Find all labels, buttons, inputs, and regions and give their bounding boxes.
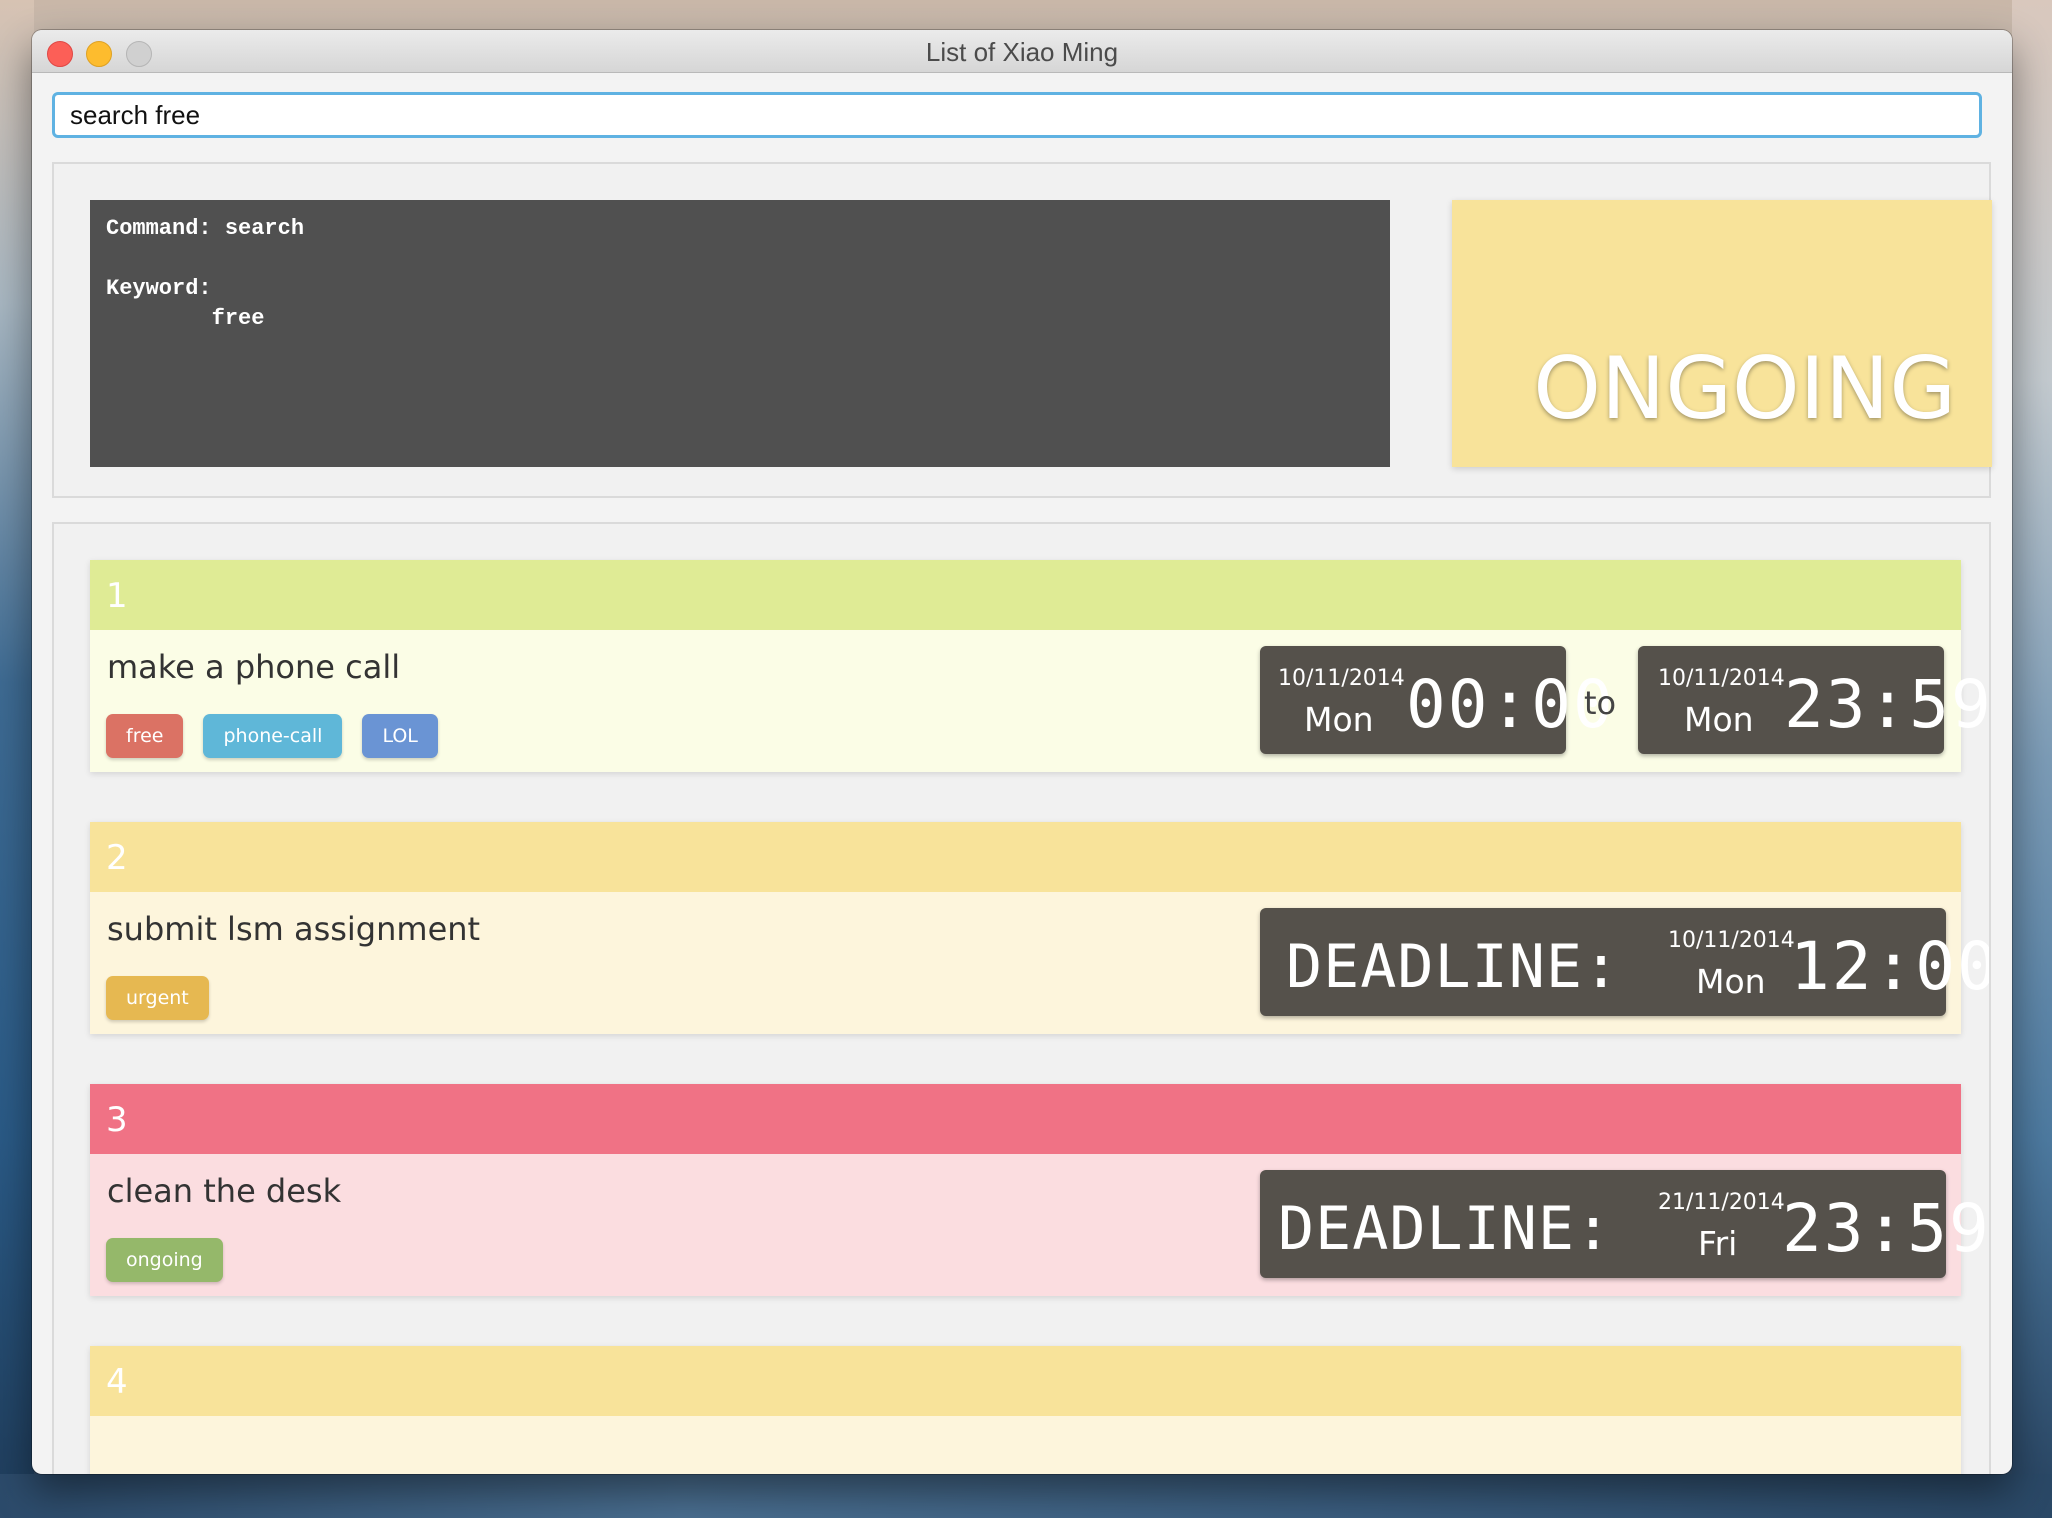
command-input[interactable]: [52, 92, 1982, 138]
task-number: 3: [106, 1100, 128, 1140]
task-card-header: 2: [90, 822, 1961, 892]
task-card-body: [90, 1416, 1961, 1474]
deadline-date: 10/11/2014: [1668, 928, 1795, 953]
end-date: 10/11/2014: [1658, 666, 1785, 691]
end-time: 23:59: [1784, 666, 1991, 743]
task-number: 4: [106, 1362, 128, 1402]
deadline-clock: DEADLINE: 21/11/2014 Fri 23:59: [1260, 1170, 1989, 1278]
task-card[interactable]: 1 make a phone call free phone-call LOL …: [90, 560, 1989, 772]
task-title: make a phone call: [107, 648, 401, 686]
tag-ongoing[interactable]: ongoing: [106, 1238, 223, 1282]
task-title: submit lsm assignment: [107, 910, 481, 948]
keyword-value: free: [211, 306, 265, 331]
start-day: Mon: [1304, 700, 1374, 739]
tag-free[interactable]: free: [106, 714, 184, 758]
task-tags: ongoing: [106, 1238, 223, 1282]
deadline-date: 21/11/2014: [1658, 1190, 1785, 1215]
deadline-label: DEADLINE:: [1286, 932, 1621, 1002]
start-date: 10/11/2014: [1278, 666, 1405, 691]
command-label: Command:: [106, 216, 212, 241]
status-label: ONGOING: [1533, 339, 1956, 439]
task-card[interactable]: 2 submit lsm assignment urgent DEADLINE:…: [90, 822, 1989, 1034]
deadline-time: 23:59: [1782, 1190, 1991, 1267]
task-card[interactable]: 3 clean the desk ongoing DEADLINE: 21/11…: [90, 1084, 1989, 1296]
deadline-label: DEADLINE:: [1278, 1194, 1613, 1264]
desktop-background-right: [2012, 0, 2052, 1518]
tag-lol[interactable]: LOL: [362, 714, 438, 758]
deadline-day: Mon: [1696, 962, 1766, 1001]
top-panel: Command: search Keyword: free ONGOING: [52, 162, 1992, 498]
end-time-clock: 10/11/2014 Mon 23:59: [1638, 646, 1989, 754]
task-card-header: 3: [90, 1084, 1961, 1154]
end-day: Mon: [1684, 700, 1754, 739]
start-time-clock: 10/11/2014 Mon 00:00: [1260, 646, 1613, 754]
window-title: List of Xiao Ming: [925, 37, 1119, 67]
task-tags: free phone-call LOL: [106, 714, 438, 758]
task-tags: urgent: [106, 976, 209, 1020]
tag-phone-call[interactable]: phone-call: [203, 714, 343, 758]
command-value: search: [224, 216, 305, 241]
deadline-day: Fri: [1698, 1224, 1738, 1263]
desktop-background-left: [0, 0, 34, 1518]
app-window: List of Xiao Ming Command: search Keywor…: [32, 30, 2012, 1474]
task-number: 2: [106, 838, 128, 878]
task-card-body: make a phone call free phone-call LOL 10…: [90, 630, 1989, 772]
title-bar[interactable]: List of Xiao Ming: [32, 30, 2012, 73]
task-card-header: 1: [90, 560, 1961, 630]
time-range-connector: to: [1584, 684, 1617, 722]
task-card-header: 4: [90, 1346, 1961, 1416]
tag-urgent[interactable]: urgent: [106, 976, 209, 1020]
deadline-clock: DEADLINE: 10/11/2014 Mon 12:00: [1260, 908, 1989, 1016]
task-number: 1: [106, 576, 128, 616]
desktop-background-bottom: [0, 1474, 2052, 1518]
deadline-time: 12:00: [1790, 928, 1991, 1005]
task-card[interactable]: 4: [90, 1346, 1961, 1474]
task-card-body: submit lsm assignment urgent DEADLINE: 1…: [90, 892, 1989, 1034]
status-box: ONGOING: [1452, 200, 1992, 467]
keyword-label: Keyword:: [106, 276, 212, 301]
command-feedback-console: Command: search Keyword: free: [90, 200, 1390, 467]
task-list[interactable]: 1 make a phone call free phone-call LOL …: [52, 522, 1991, 1474]
task-title: clean the desk: [107, 1172, 342, 1210]
task-card-body: clean the desk ongoing DEADLINE: 21/11/2…: [90, 1154, 1989, 1296]
